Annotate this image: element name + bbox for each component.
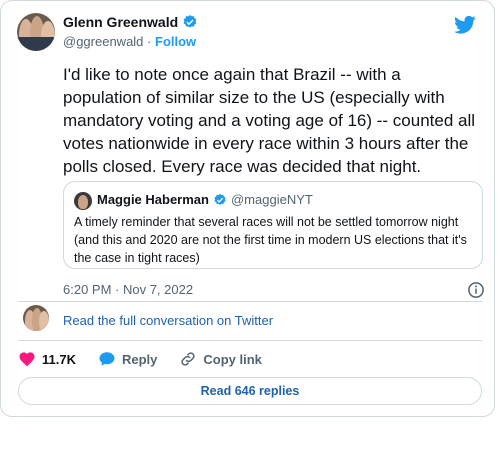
read-replies-button[interactable]: Read 646 replies bbox=[18, 377, 482, 405]
conversation-avatar bbox=[23, 305, 49, 331]
reply-label: Reply bbox=[121, 351, 158, 367]
info-icon[interactable] bbox=[467, 281, 485, 299]
author-name[interactable]: Glenn Greenwald bbox=[63, 14, 178, 30]
handle-separator: · bbox=[147, 34, 152, 49]
quoted-author-avatar bbox=[74, 192, 92, 210]
heart-icon bbox=[19, 352, 35, 367]
reply-button[interactable]: Reply bbox=[98, 350, 157, 368]
copy-link-button[interactable]: Copy link bbox=[179, 350, 262, 368]
tweet-embed-card: Glenn Greenwald @ggreenwald · Follow I'd… bbox=[0, 0, 495, 417]
reply-bubble-icon bbox=[99, 352, 115, 366]
divider bbox=[18, 301, 482, 302]
tweet-timestamp[interactable]: 6:20 PM · Nov 7, 2022 bbox=[63, 282, 193, 297]
verified-badge-icon bbox=[214, 193, 226, 205]
like-count: 11.7K bbox=[42, 351, 76, 367]
tweet-actions: 11.7K Reply Copy link bbox=[18, 350, 284, 368]
link-icon bbox=[181, 352, 196, 366]
follow-link[interactable]: Follow bbox=[155, 34, 196, 49]
quoted-tweet-text: A timely reminder that several races wil… bbox=[74, 215, 467, 265]
copy-link-label: Copy link bbox=[203, 351, 262, 367]
divider bbox=[18, 340, 482, 341]
like-button[interactable]: 11.7K bbox=[18, 350, 76, 368]
author-avatar[interactable] bbox=[17, 13, 55, 51]
author-handle[interactable]: @ggreenwald bbox=[63, 34, 143, 49]
verified-badge-icon bbox=[183, 15, 197, 28]
read-full-conversation-link[interactable]: Read the full conversation on Twitter bbox=[63, 313, 273, 328]
quoted-author-handle: @maggieNYT bbox=[230, 192, 313, 207]
tweet-text: I'd like to note once again that Brazil … bbox=[63, 65, 476, 176]
quoted-tweet[interactable]: Maggie Haberman @maggieNYT A timely remi… bbox=[63, 181, 483, 269]
quoted-author-name: Maggie Haberman bbox=[97, 192, 209, 207]
twitter-bird-icon[interactable] bbox=[454, 15, 476, 35]
